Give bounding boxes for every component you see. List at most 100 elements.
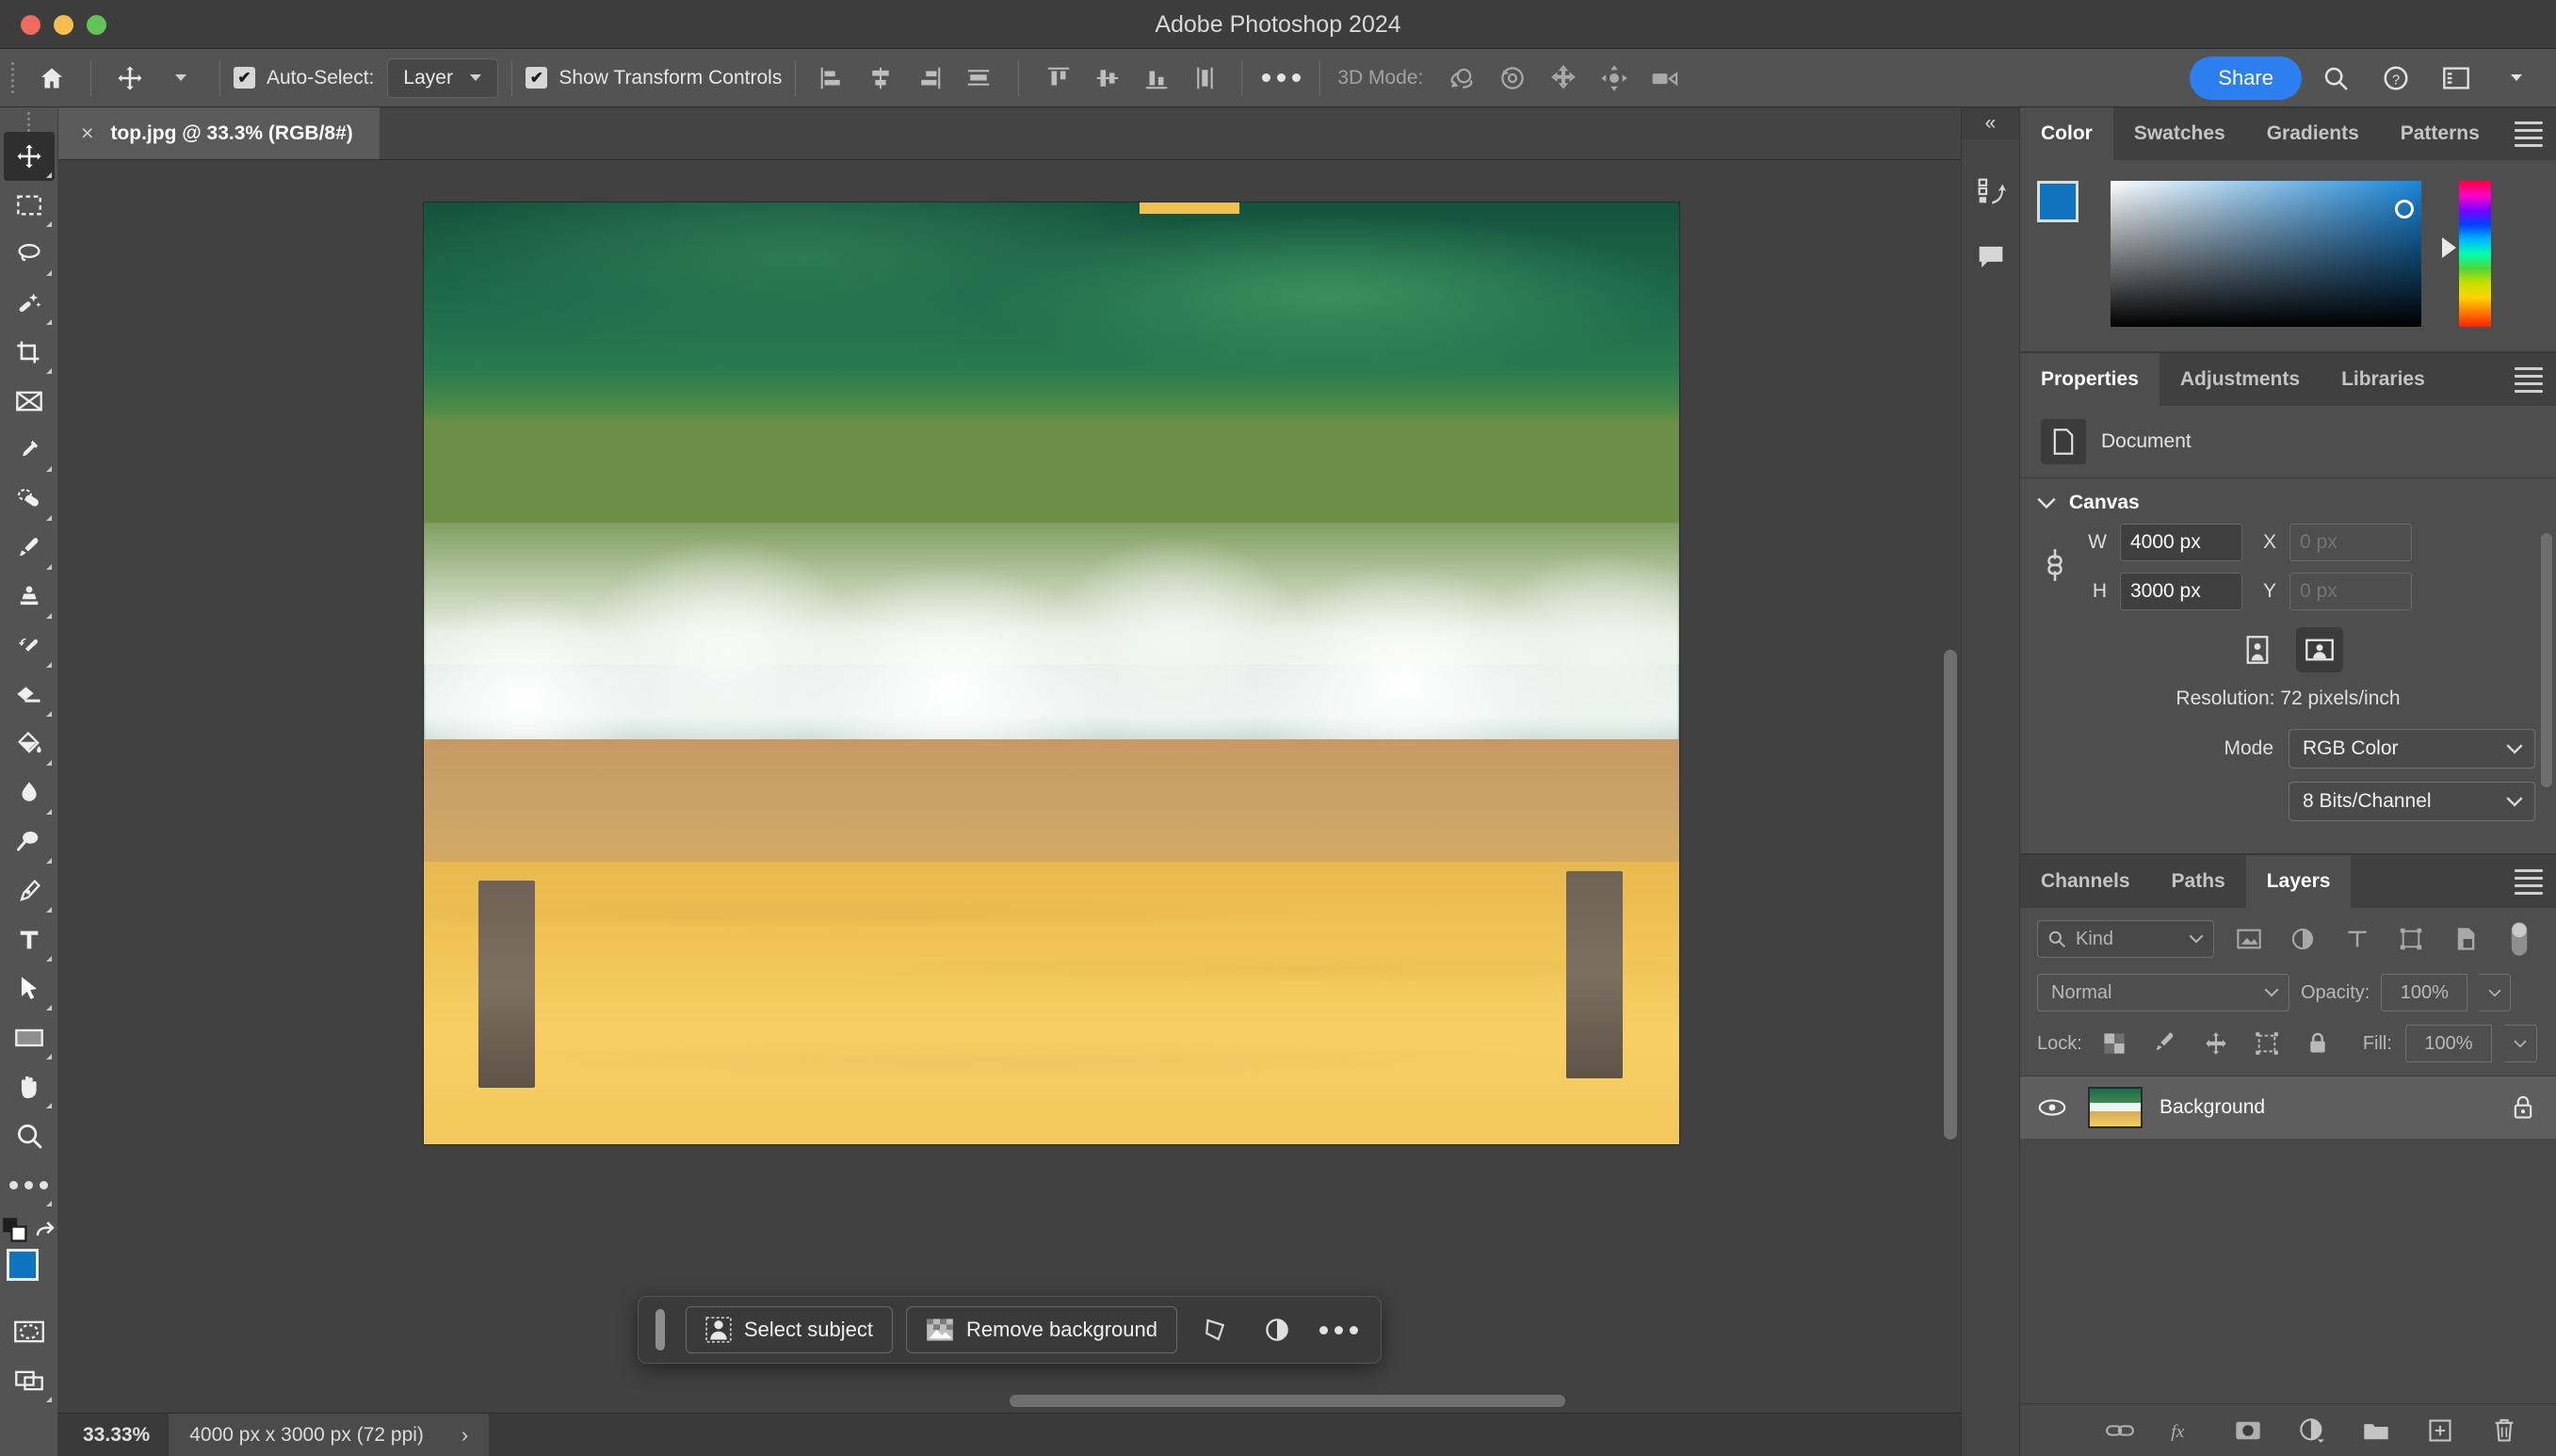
distribute-horizontally-icon[interactable] — [956, 56, 1001, 101]
close-icon[interactable]: × — [81, 121, 93, 146]
new-group-icon[interactable] — [2356, 1411, 2396, 1450]
sidebar-item-pen-tool[interactable] — [4, 866, 55, 915]
roll-3d-icon[interactable] — [1487, 53, 1538, 104]
sidebar-item-eyedropper-tool[interactable] — [4, 426, 55, 475]
sidebar-item-rectangle-tool[interactable] — [4, 1013, 55, 1062]
select-subject-button[interactable]: Select subject — [686, 1306, 893, 1353]
tab-layers[interactable]: Layers — [2245, 855, 2352, 908]
sidebar-item-type-tool[interactable] — [4, 915, 55, 964]
filter-toggle[interactable] — [2500, 919, 2540, 959]
sidebar-item-path-selection-tool[interactable] — [4, 964, 55, 1013]
lock-artboard-nesting-icon[interactable] — [2248, 1025, 2286, 1062]
layers-panel-menu-icon[interactable] — [2515, 855, 2543, 908]
sidebar-item-spot-healing-brush-tool[interactable] — [4, 475, 55, 524]
document-tab[interactable]: × top.jpg @ 33.3% (RGB/8#) — [58, 107, 380, 159]
hue-slider-handle[interactable] — [2442, 237, 2456, 258]
tool-preset-chevron-icon[interactable] — [155, 53, 206, 104]
sidebar-item-dodge-tool[interactable] — [4, 817, 55, 866]
home-icon[interactable] — [26, 53, 77, 104]
canvas-x-input[interactable] — [2289, 524, 2412, 561]
slide-3d-icon[interactable] — [1589, 53, 1640, 104]
bit-depth-dropdown[interactable]: 8 Bits/Channel — [2289, 782, 2535, 821]
link-layers-icon[interactable] — [2100, 1411, 2140, 1450]
show-transform-checkbox[interactable]: ✔ — [526, 67, 548, 89]
sidebar-item-move-tool[interactable] — [3, 132, 55, 181]
opacity-stepper[interactable] — [2479, 974, 2512, 1011]
chevron-right-icon[interactable]: › — [461, 1423, 468, 1448]
auto-select-checkbox[interactable]: ✔ — [234, 67, 255, 89]
align-vertical-centers-icon[interactable] — [1085, 56, 1130, 101]
tab-channels[interactable]: Channels — [2020, 855, 2151, 908]
auto-select-scope-dropdown[interactable]: Layer — [387, 57, 499, 98]
tab-patterns[interactable]: Patterns — [2380, 107, 2500, 160]
color-panel-menu-icon[interactable] — [2515, 107, 2543, 160]
lock-image-pixels-icon[interactable] — [2146, 1025, 2184, 1062]
layer-name[interactable]: Background — [2160, 1096, 2494, 1119]
options-bar-grip[interactable] — [6, 59, 21, 97]
sidebar-item-hand-tool[interactable] — [4, 1062, 55, 1111]
opacity-value[interactable]: 100% — [2381, 974, 2468, 1011]
sidebar-item-object-selection-tool[interactable] — [4, 279, 55, 328]
help-icon[interactable]: ? — [2370, 52, 2422, 105]
portrait-icon[interactable] — [2234, 627, 2281, 672]
align-left-edges-icon[interactable] — [809, 56, 854, 101]
layer-lock-icon[interactable] — [2511, 1094, 2535, 1121]
sidebar-item-clone-stamp-tool[interactable] — [4, 573, 55, 622]
align-horizontal-centers-icon[interactable] — [858, 56, 903, 101]
toolbar-grip[interactable] — [27, 111, 30, 132]
lock-all-icon[interactable] — [2299, 1025, 2337, 1062]
document-info[interactable]: 4000 px x 3000 px (72 ppi) › — [169, 1413, 490, 1456]
color-mode-dropdown[interactable]: RGB Color — [2289, 729, 2535, 768]
align-right-edges-icon[interactable] — [907, 56, 952, 101]
image-canvas[interactable] — [424, 202, 1679, 1144]
new-adjustment-layer-icon[interactable] — [2292, 1411, 2332, 1450]
sidebar-item-crop-tool[interactable] — [4, 328, 55, 377]
foreground-color-swatch[interactable] — [2037, 181, 2079, 222]
remove-background-button[interactable]: Remove background — [905, 1306, 1177, 1353]
pixel-filter-icon[interactable] — [2229, 919, 2269, 959]
delete-layer-icon[interactable] — [2484, 1411, 2524, 1450]
canvas-section-header[interactable]: Canvas — [2020, 478, 2556, 520]
sidebar-item-blur-tool[interactable] — [4, 768, 55, 817]
sidebar-item-rectangular-marquee-tool[interactable] — [4, 181, 55, 230]
comments-panel-icon[interactable] — [1966, 232, 2016, 283]
swap-colors-icon[interactable] — [32, 1218, 57, 1242]
sidebar-item-edit-toolbar-tool[interactable] — [4, 1160, 55, 1209]
collapse-panels-button[interactable]: « — [1962, 107, 2019, 139]
add-layer-mask-icon[interactable] — [2228, 1411, 2268, 1450]
more-options-icon[interactable] — [1255, 53, 1306, 104]
tab-properties[interactable]: Properties — [2020, 353, 2160, 406]
sidebar-item-history-brush-tool[interactable] — [4, 622, 55, 671]
transform-icon[interactable] — [1190, 1306, 1239, 1353]
camera-3d-icon[interactable] — [1640, 53, 1691, 104]
screen-mode-icon[interactable] — [4, 1356, 55, 1405]
sidebar-item-zoom-tool[interactable] — [4, 1111, 55, 1160]
more-options-icon[interactable] — [1315, 1306, 1364, 1353]
contextual-task-bar-grip[interactable] — [655, 1309, 666, 1351]
lock-position-icon[interactable] — [2197, 1025, 2235, 1062]
canvas-width-input[interactable] — [2120, 524, 2242, 561]
layer-thumbnail[interactable] — [2088, 1087, 2143, 1128]
properties-scrollbar[interactable] — [2541, 533, 2552, 787]
hue-slider[interactable] — [2442, 181, 2491, 327]
shape-filter-icon[interactable] — [2392, 919, 2432, 959]
canvas-height-input[interactable] — [2120, 573, 2242, 610]
properties-panel-menu-icon[interactable] — [2515, 353, 2543, 406]
sidebar-item-eraser-tool[interactable] — [4, 671, 55, 720]
smart-object-filter-icon[interactable] — [2446, 919, 2485, 959]
orbit-3d-icon[interactable] — [1436, 53, 1487, 104]
align-top-edges-icon[interactable] — [1036, 56, 1081, 101]
layer-row[interactable]: Background — [2020, 1076, 2556, 1139]
sidebar-item-frame-tool[interactable] — [4, 377, 55, 426]
tab-color[interactable]: Color — [2020, 107, 2113, 160]
distribute-vertically-icon[interactable] — [1183, 56, 1228, 101]
tab-swatches[interactable]: Swatches — [2113, 107, 2246, 160]
move-tool-icon[interactable] — [105, 53, 155, 104]
canvas-viewport[interactable]: Select subject Remove background — [58, 160, 1961, 1413]
align-bottom-edges-icon[interactable] — [1134, 56, 1179, 101]
type-filter-icon[interactable] — [2338, 919, 2377, 959]
foreground-color-swatch[interactable] — [6, 1249, 39, 1281]
link-dimensions-icon[interactable] — [2043, 544, 2067, 586]
color-selector-ring[interactable] — [2395, 200, 2414, 218]
layer-style-fx-icon[interactable]: fx — [2164, 1411, 2204, 1450]
